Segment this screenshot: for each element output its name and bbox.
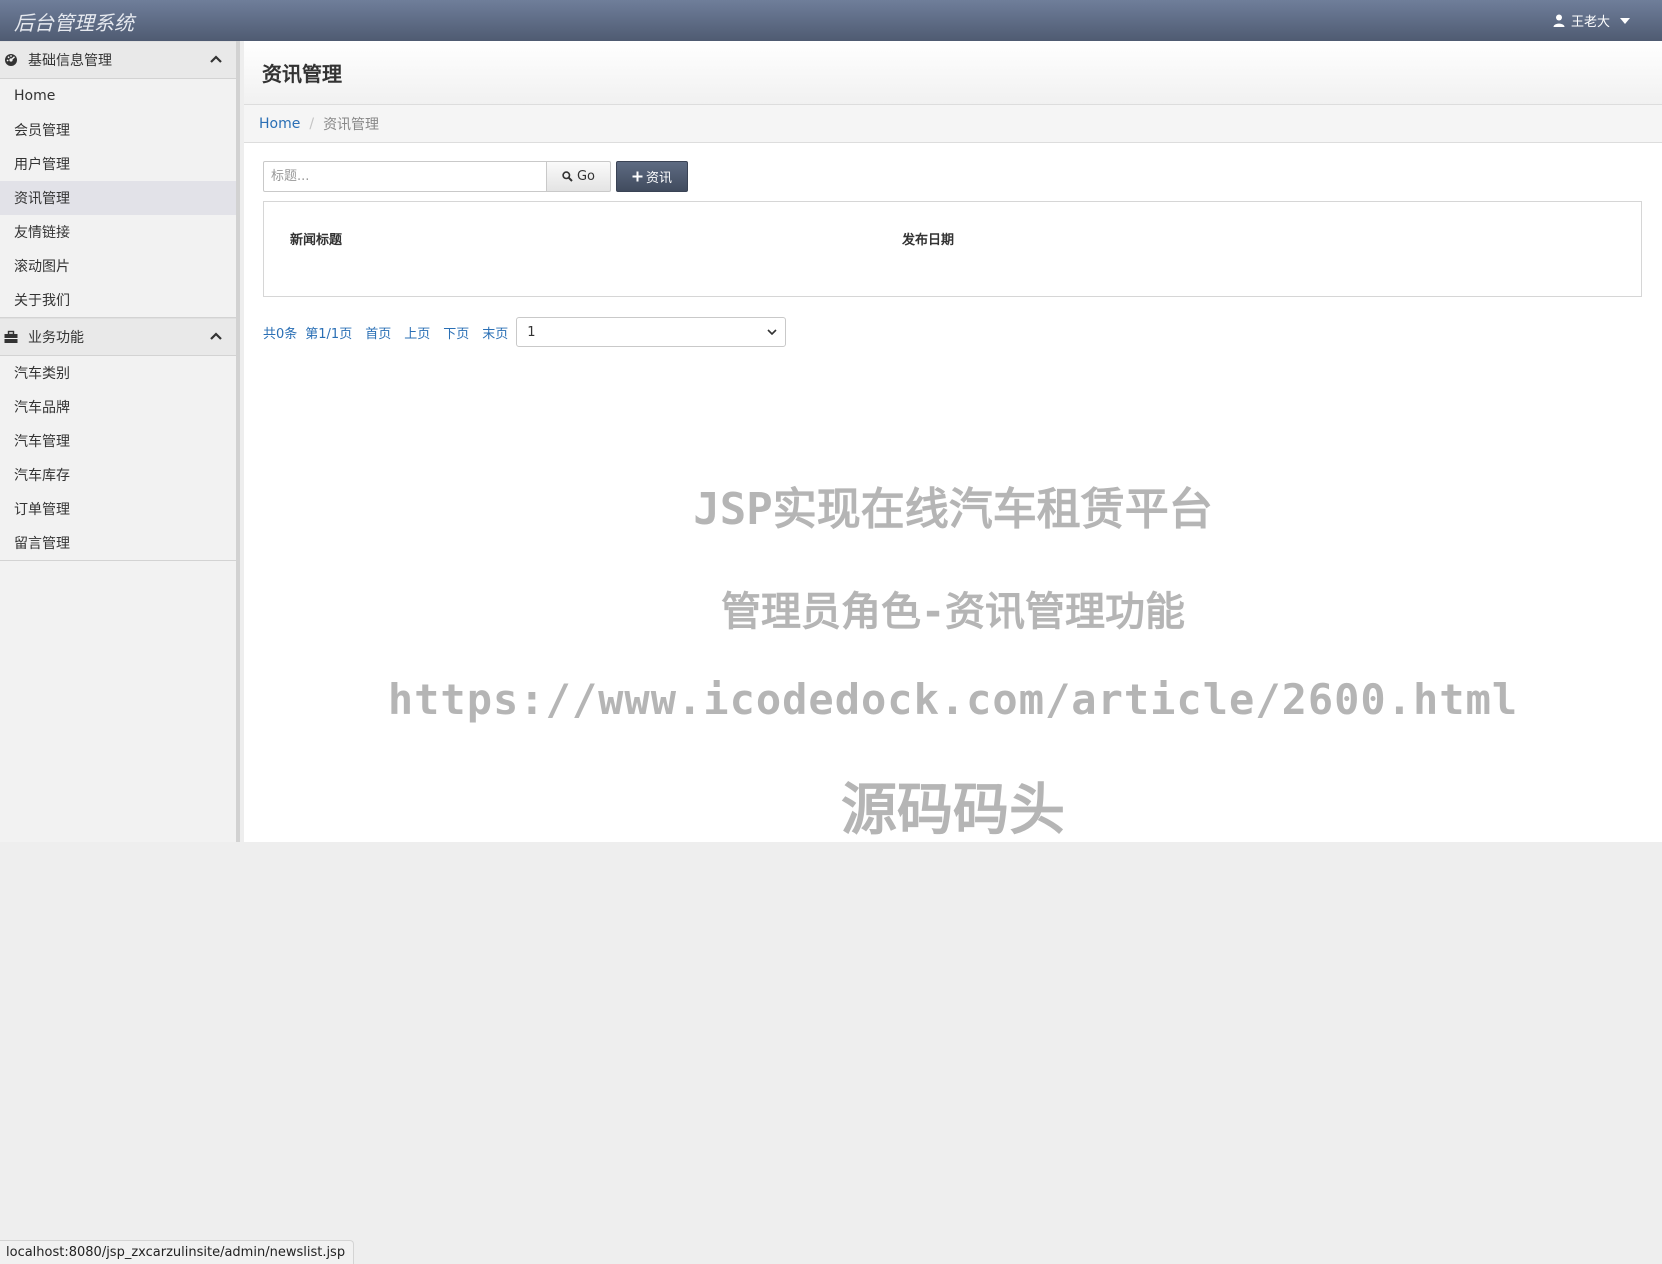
breadcrumb-current: 资讯管理: [323, 116, 380, 133]
pager-first-link[interactable]: 首页: [365, 323, 391, 342]
sidebar: 基础信息管理 Home 会员管理 用户管理 资讯管理 友情链接 滚动图片 关于我…: [0, 41, 240, 842]
go-button-label: Go: [576, 169, 596, 184]
dashboard-icon: [5, 54, 17, 66]
sidebar-group-business: 业务功能 汽车类别 汽车品牌 汽车管理 汽车库存 订单管理 留言管理: [0, 318, 236, 561]
chevron-up-icon[interactable]: [210, 55, 222, 63]
page-header: 资讯管理: [244, 41, 1662, 105]
add-news-button[interactable]: 资讯: [616, 161, 688, 192]
sidebar-group-title: 业务功能: [28, 330, 84, 346]
sidebar-group-title: 基础信息管理: [28, 53, 112, 69]
sidebar-item-slides[interactable]: 滚动图片: [0, 249, 236, 283]
chevron-down-icon: [767, 329, 777, 335]
add-news-label: 资讯: [645, 171, 672, 186]
watermark-line-3: https://www.icodedock.com/article/2600.h…: [387, 675, 1519, 724]
page-select[interactable]: 1: [516, 317, 787, 347]
status-url: localhost:8080/jsp_zxcarzulinsite/admin/…: [6, 1245, 346, 1260]
watermark-line-1: JSP实现在线汽车租赁平台: [693, 484, 1213, 535]
main-content: 资讯管理 Home / 资讯管理 Go 资讯 新闻标题 发布日期 共0条 第1/…: [244, 41, 1662, 843]
chevron-up-icon[interactable]: [210, 332, 222, 340]
sidebar-item-messages[interactable]: 留言管理: [0, 526, 236, 560]
page-title: 资讯管理: [262, 62, 342, 86]
sidebar-item-home[interactable]: Home: [0, 79, 236, 113]
sidebar-item-links[interactable]: 友情链接: [0, 215, 236, 249]
search-icon: [562, 171, 573, 182]
sidebar-item-car-category[interactable]: 汽车类别: [0, 356, 236, 390]
caret-down-icon: [1620, 17, 1630, 24]
sidebar-item-car-stock[interactable]: 汽车库存: [0, 458, 236, 492]
search-toolbar: Go 资讯: [263, 161, 688, 192]
top-navbar: 后台管理系统 王老大: [0, 0, 1662, 41]
sidebar-item-users[interactable]: 用户管理: [0, 147, 236, 181]
sidebar-group-header-basic[interactable]: 基础信息管理: [0, 41, 236, 79]
pager-next-link[interactable]: 下页: [443, 323, 469, 342]
sidebar-item-about[interactable]: 关于我们: [0, 283, 236, 317]
sidebar-item-members[interactable]: 会员管理: [0, 113, 236, 147]
pager-prev-link[interactable]: 上页: [404, 323, 430, 342]
sidebar-item-car-brand[interactable]: 汽车品牌: [0, 390, 236, 424]
pager-total: 共0条: [263, 326, 298, 342]
page-select-value: 1: [527, 324, 536, 340]
go-button[interactable]: Go: [547, 161, 611, 192]
search-input[interactable]: [263, 161, 547, 192]
briefcase-icon: [4, 330, 18, 343]
breadcrumb-separator: /: [309, 115, 315, 132]
user-name: 王老大: [1570, 15, 1610, 30]
user-menu[interactable]: 王老大: [1553, 11, 1630, 30]
sidebar-item-news[interactable]: 资讯管理: [0, 181, 236, 215]
browser-status-bar: localhost:8080/jsp_zxcarzulinsite/admin/…: [0, 1240, 355, 1264]
watermark-line-4: 源码码头: [841, 778, 1065, 843]
pager-last-link[interactable]: 末页: [482, 323, 508, 342]
sidebar-group-header-business[interactable]: 业务功能: [0, 318, 236, 356]
user-icon: [1553, 14, 1565, 27]
brand-title: 后台管理系统: [14, 11, 134, 35]
news-table: 新闻标题 发布日期: [263, 201, 1642, 297]
breadcrumb-home-link[interactable]: Home: [259, 116, 300, 132]
sidebar-item-orders[interactable]: 订单管理: [0, 492, 236, 526]
sidebar-group-basic: 基础信息管理 Home 会员管理 用户管理 资讯管理 友情链接 滚动图片 关于我…: [0, 41, 236, 318]
pager-page-info: 第1/1页: [305, 326, 353, 342]
breadcrumb: Home / 资讯管理: [244, 105, 1662, 143]
plus-icon: [632, 171, 643, 182]
column-header-title: 新闻标题: [290, 233, 343, 248]
sidebar-item-car-manage[interactable]: 汽车管理: [0, 424, 236, 458]
pagination: 共0条 第1/1页 首页 上页 下页 末页 1: [263, 317, 787, 347]
watermark-line-2: 管理员角色-资讯管理功能: [720, 589, 1186, 635]
column-header-date: 发布日期: [902, 233, 955, 248]
